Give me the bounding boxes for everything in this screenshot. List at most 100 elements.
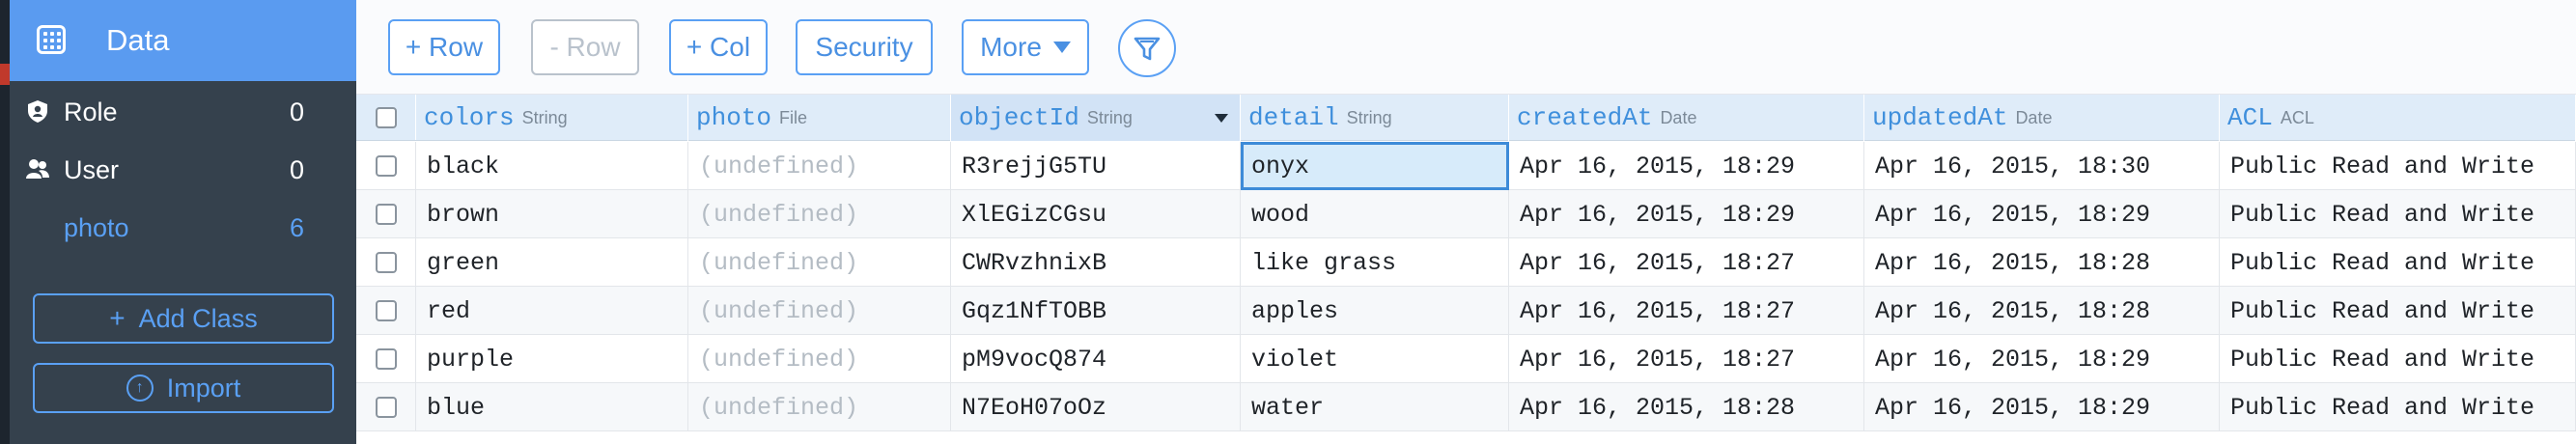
table-cell-updatedat[interactable]: Apr 16, 2015, 18:30 bbox=[1864, 142, 2220, 190]
upload-icon: ↑ bbox=[126, 375, 154, 402]
import-button[interactable]: ↑ Import bbox=[33, 363, 334, 413]
table-header: colors String photo File objectId String… bbox=[356, 95, 2576, 141]
column-name: colors bbox=[424, 103, 515, 132]
table-cell-photo[interactable]: (undefined) bbox=[688, 142, 951, 190]
table-cell-createdat[interactable]: Apr 16, 2015, 18:27 bbox=[1509, 238, 1864, 287]
table-cell-photo[interactable]: (undefined) bbox=[688, 383, 951, 431]
table-cell-createdat[interactable]: Apr 16, 2015, 18:27 bbox=[1509, 287, 1864, 335]
table-cell-objectid[interactable]: R3rejjG5TU bbox=[951, 142, 1241, 190]
table-cell-detail[interactable]: water bbox=[1241, 383, 1509, 431]
table-row[interactable]: purple (undefined) pM9vocQ874 violet Apr 16,… bbox=[356, 335, 2576, 383]
column-name: ACL bbox=[2227, 103, 2273, 132]
sidebar-item-label: User bbox=[64, 155, 120, 184]
row-select-cell bbox=[356, 142, 416, 189]
sidebar-title: Data bbox=[106, 23, 170, 57]
table-cell-createdat[interactable]: Apr 16, 2015, 18:29 bbox=[1509, 142, 1864, 190]
row-checkbox[interactable] bbox=[375, 154, 397, 177]
column-header-acl[interactable]: ACL ACL bbox=[2220, 95, 2576, 141]
table-cell-colors[interactable]: brown bbox=[416, 190, 688, 238]
table-cell-objectid[interactable]: CWRvzhnixB bbox=[951, 238, 1241, 287]
sidebar-item-role[interactable]: Role 0 bbox=[10, 83, 356, 139]
table-cell-createdat[interactable]: Apr 16, 2015, 18:27 bbox=[1509, 335, 1864, 383]
column-header-photo[interactable]: photo File bbox=[688, 95, 951, 141]
column-type: ACL bbox=[2280, 107, 2314, 127]
add-column-label: + Col bbox=[686, 32, 751, 62]
row-checkbox[interactable] bbox=[375, 347, 397, 370]
select-all-cell bbox=[356, 95, 416, 140]
select-all-checkbox[interactable] bbox=[375, 106, 397, 128]
add-class-button[interactable]: + Add Class bbox=[33, 293, 334, 344]
row-checkbox[interactable] bbox=[375, 251, 397, 273]
table-cell-acl[interactable]: Public Read and Write bbox=[2220, 383, 2576, 431]
table-cell-detail[interactable]: wood bbox=[1241, 190, 1509, 238]
table-row[interactable]: black (undefined) R3rejjG5TU onyx Apr 16, 20… bbox=[356, 142, 2576, 190]
table-cell-createdat[interactable]: Apr 16, 2015, 18:29 bbox=[1509, 190, 1864, 238]
plus-icon: + bbox=[109, 303, 126, 333]
table-cell-colors[interactable]: purple bbox=[416, 335, 688, 383]
sidebar-item-user[interactable]: User 0 bbox=[10, 141, 356, 197]
table-row[interactable]: red (undefined) Gqz1NfTOBB apples Apr 16, 20… bbox=[356, 287, 2576, 335]
table-cell-acl[interactable]: Public Read and Write bbox=[2220, 238, 2576, 287]
table-cell-detail[interactable]: like grass bbox=[1241, 238, 1509, 287]
table-cell-detail[interactable]: onyx bbox=[1241, 142, 1509, 190]
sidebar-item-photo[interactable]: photo 6 bbox=[10, 199, 356, 255]
table-cell-photo[interactable]: (undefined) bbox=[688, 287, 951, 335]
table-cell-colors[interactable]: green bbox=[416, 238, 688, 287]
filter-icon bbox=[1134, 37, 1161, 61]
table-cell-photo[interactable]: (undefined) bbox=[688, 190, 951, 238]
table-row[interactable]: brown (undefined) XlEGizCGsu wood Apr 16, 20… bbox=[356, 190, 2576, 238]
security-label: Security bbox=[815, 32, 913, 62]
column-type: String bbox=[521, 107, 568, 127]
table-cell-colors[interactable]: red bbox=[416, 287, 688, 335]
column-type: String bbox=[1346, 107, 1392, 127]
column-type: Date bbox=[1660, 107, 1697, 127]
column-header-createdat[interactable]: createdAt Date bbox=[1509, 95, 1864, 141]
row-checkbox[interactable] bbox=[375, 396, 397, 418]
column-header-objectid[interactable]: objectId String bbox=[951, 95, 1241, 141]
add-column-button[interactable]: + Col bbox=[669, 19, 768, 75]
table-cell-objectid[interactable]: Gqz1NfTOBB bbox=[951, 287, 1241, 335]
table-cell-acl[interactable]: Public Read and Write bbox=[2220, 190, 2576, 238]
column-name: detail bbox=[1248, 103, 1339, 132]
remove-row-button[interactable]: - Row bbox=[531, 19, 639, 75]
table-row[interactable]: green (undefined) CWRvzhnixB like grass Apr … bbox=[356, 238, 2576, 287]
table-cell-updatedat[interactable]: Apr 16, 2015, 18:28 bbox=[1864, 287, 2220, 335]
row-checkbox[interactable] bbox=[375, 203, 397, 225]
table-cell-updatedat[interactable]: Apr 16, 2015, 18:29 bbox=[1864, 383, 2220, 431]
filter-button[interactable] bbox=[1118, 19, 1176, 77]
column-header-updatedat[interactable]: updatedAt Date bbox=[1864, 95, 2220, 141]
table-row[interactable]: blue (undefined) N7EoH07oOz water Apr 16, 20… bbox=[356, 383, 2576, 431]
table-cell-updatedat[interactable]: Apr 16, 2015, 18:29 bbox=[1864, 335, 2220, 383]
table-cell-detail[interactable]: apples bbox=[1241, 287, 1509, 335]
table-cell-objectid[interactable]: pM9vocQ874 bbox=[951, 335, 1241, 383]
add-row-button[interactable]: + Row bbox=[388, 19, 500, 75]
row-select-cell bbox=[356, 335, 416, 382]
table-cell-acl[interactable]: Public Read and Write bbox=[2220, 142, 2576, 190]
sort-descending-icon bbox=[1215, 114, 1228, 123]
table-cell-acl[interactable]: Public Read and Write bbox=[2220, 335, 2576, 383]
column-header-colors[interactable]: colors String bbox=[416, 95, 688, 141]
table-cell-updatedat[interactable]: Apr 16, 2015, 18:28 bbox=[1864, 238, 2220, 287]
data-grid-icon bbox=[37, 25, 66, 54]
table-cell-objectid[interactable]: N7EoH07oOz bbox=[951, 383, 1241, 431]
shield-icon bbox=[28, 100, 47, 123]
table-cell-updatedat[interactable]: Apr 16, 2015, 18:29 bbox=[1864, 190, 2220, 238]
sidebar-item-count: 6 bbox=[289, 213, 304, 242]
table-cell-objectid[interactable]: XlEGizCGsu bbox=[951, 190, 1241, 238]
table-cell-photo[interactable]: (undefined) bbox=[688, 335, 951, 383]
column-header-detail[interactable]: detail String bbox=[1241, 95, 1509, 141]
table-cell-colors[interactable]: black bbox=[416, 142, 688, 190]
row-checkbox[interactable] bbox=[375, 299, 397, 321]
table-cell-createdat[interactable]: Apr 16, 2015, 18:28 bbox=[1509, 383, 1864, 431]
more-button[interactable]: More bbox=[962, 19, 1089, 75]
column-name: photo bbox=[696, 103, 772, 132]
table-cell-detail[interactable]: violet bbox=[1241, 335, 1509, 383]
sidebar-item-label: photo bbox=[64, 213, 129, 242]
column-type: Date bbox=[2015, 107, 2053, 127]
table-cell-acl[interactable]: Public Read and Write bbox=[2220, 287, 2576, 335]
table-cell-colors[interactable]: blue bbox=[416, 383, 688, 431]
security-button[interactable]: Security bbox=[796, 19, 933, 75]
table-cell-photo[interactable]: (undefined) bbox=[688, 238, 951, 287]
edge-marker bbox=[0, 64, 10, 85]
sidebar-item-count: 0 bbox=[289, 155, 304, 184]
